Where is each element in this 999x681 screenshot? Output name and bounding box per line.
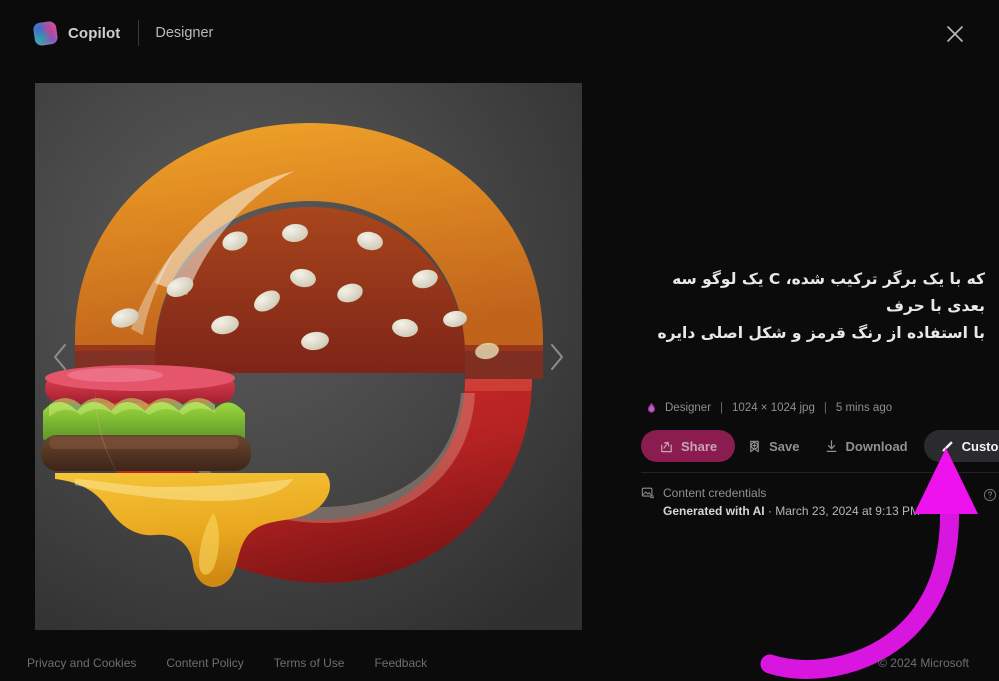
content-credentials-icon [641, 486, 655, 505]
bookmark-add-icon [750, 440, 759, 452]
share-button-label: Share [681, 438, 718, 454]
credentials-help-button[interactable] [983, 488, 997, 502]
next-image-button[interactable] [538, 329, 576, 385]
action-buttons: Share Save Download Custo [641, 430, 999, 462]
credentials-text: Content credentials Generated with AI · … [663, 484, 920, 520]
header-section-label: Designer [155, 25, 214, 41]
brand-name: Copilot [68, 24, 121, 42]
chevron-right-icon [551, 343, 563, 370]
customize-button[interactable]: Customize [923, 430, 999, 462]
footer-links: Privacy and Cookies Content Policy Terms… [12, 656, 442, 670]
copilot-logo-icon [32, 20, 59, 46]
main-content: که با یک برگر ترکیب شده، C یک لوگو سه بع… [0, 66, 999, 679]
footer-copyright: © 2024 Microsoft [878, 656, 969, 670]
credentials-title: Content credentials [663, 486, 767, 500]
download-icon [826, 439, 836, 452]
footer-link-feedback[interactable]: Feedback [359, 656, 442, 670]
share-button[interactable]: Share [641, 430, 736, 462]
footer-link-privacy[interactable]: Privacy and Cookies [12, 656, 151, 670]
content-credentials: Content credentials Generated with AI · … [641, 484, 999, 520]
credentials-divider [641, 472, 999, 473]
prompt-line-2: با استفاده از رنگ قرمز و شکل اصلی دایره [657, 324, 985, 343]
footer-link-terms[interactable]: Terms of Use [259, 656, 360, 670]
download-button-label: Download [845, 438, 908, 454]
credentials-generated-label: Generated with AI [663, 504, 765, 518]
metadata-separator-1: | [720, 402, 724, 414]
customize-button-label: Customize [961, 438, 999, 454]
close-icon [947, 26, 963, 42]
image-details-panel: که با یک برگر ترکیب شده، C یک لوگو سه بع… [637, 66, 999, 645]
designer-icon [644, 401, 658, 415]
metadata-time: 5 mins ago [835, 402, 893, 414]
burger-c-artwork [35, 83, 582, 630]
previous-image-button[interactable] [41, 329, 79, 385]
save-button[interactable]: Save [735, 430, 811, 462]
download-button[interactable]: Download [812, 430, 920, 462]
credentials-separator: · [764, 504, 776, 518]
generated-image[interactable] [35, 83, 582, 630]
credentials-timestamp: March 23, 2024 at 9:13 PM [775, 504, 920, 518]
metadata-dimensions: 1024 × 1024 jpg [732, 402, 815, 414]
image-viewer [35, 83, 582, 630]
close-button[interactable] [939, 18, 971, 50]
save-button-label: Save [769, 438, 800, 454]
share-icon [661, 441, 672, 452]
app-header: Copilot Designer [0, 0, 999, 66]
chevron-left-icon [54, 343, 66, 370]
image-metadata: Designer | 1024 × 1024 jpg | 5 mins ago [644, 401, 892, 415]
footer-link-content-policy[interactable]: Content Policy [151, 656, 258, 670]
credentials-subtitle: Generated with AI · March 23, 2024 at 9:… [663, 502, 920, 520]
prompt-line-1: که با یک برگر ترکیب شده، C یک لوگو سه بع… [672, 270, 985, 316]
app-footer: Privacy and Cookies Content Policy Terms… [0, 645, 999, 681]
brand[interactable]: Copilot [32, 20, 121, 46]
help-circle-icon [983, 488, 997, 502]
metadata-source: Designer [665, 402, 712, 414]
header-divider [138, 20, 140, 46]
metadata-separator-2: | [823, 402, 827, 414]
image-prompt: که با یک برگر ترکیب شده، C یک لوگو سه بع… [637, 266, 985, 347]
brush-icon [941, 440, 953, 451]
designer-image-viewer-page: Copilot Designer که با یک برگر ترکیب شده… [0, 0, 999, 681]
